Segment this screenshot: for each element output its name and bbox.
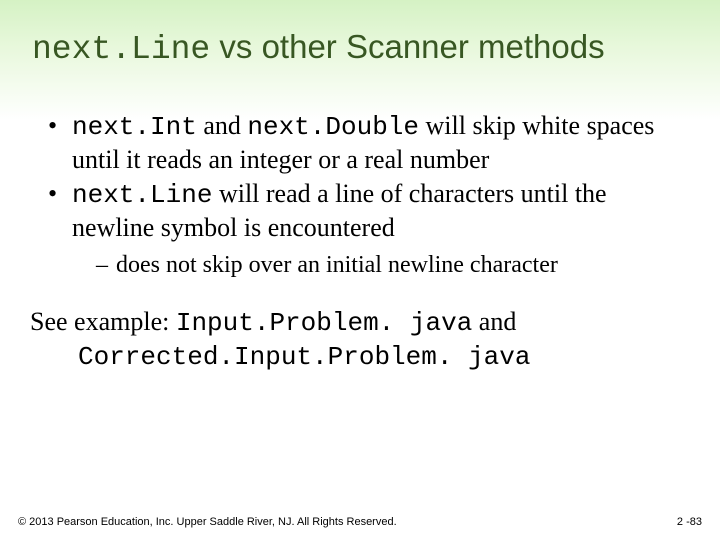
bullet-item: next.Int and next.Double will skip white… (48, 110, 692, 176)
see-example: See example: Input.Problem. java and Cor… (28, 305, 692, 375)
sub-bullet-item: does not skip over an initial newline ch… (96, 250, 692, 281)
slide-title: next.Line vs other Scanner methods (28, 28, 692, 68)
page-number: 2 -83 (677, 516, 702, 528)
title-code: next.Line (32, 31, 210, 68)
bullet-item: next.Line will read a line of characters… (48, 178, 692, 281)
see-mid: and (472, 307, 516, 336)
bullet-code: next.Int (72, 112, 197, 142)
see-prefix: See example: (30, 307, 176, 336)
slide-content: next.Line vs other Scanner methods next.… (0, 0, 720, 375)
title-rest: vs other Scanner methods (210, 28, 604, 65)
bullet-list: next.Int and next.Double will skip white… (28, 110, 692, 281)
bullet-text: and (197, 111, 248, 140)
copyright-text: © 2013 Pearson Education, Inc. Upper Sad… (18, 516, 397, 528)
sub-bullet-list: does not skip over an initial newline ch… (72, 250, 692, 281)
see-file: Input.Problem. java (176, 308, 472, 338)
see-file: Corrected.Input.Problem. java (30, 341, 692, 375)
bullet-code: next.Double (247, 112, 419, 142)
bullet-code: next.Line (72, 180, 212, 210)
footer: © 2013 Pearson Education, Inc. Upper Sad… (18, 516, 702, 528)
